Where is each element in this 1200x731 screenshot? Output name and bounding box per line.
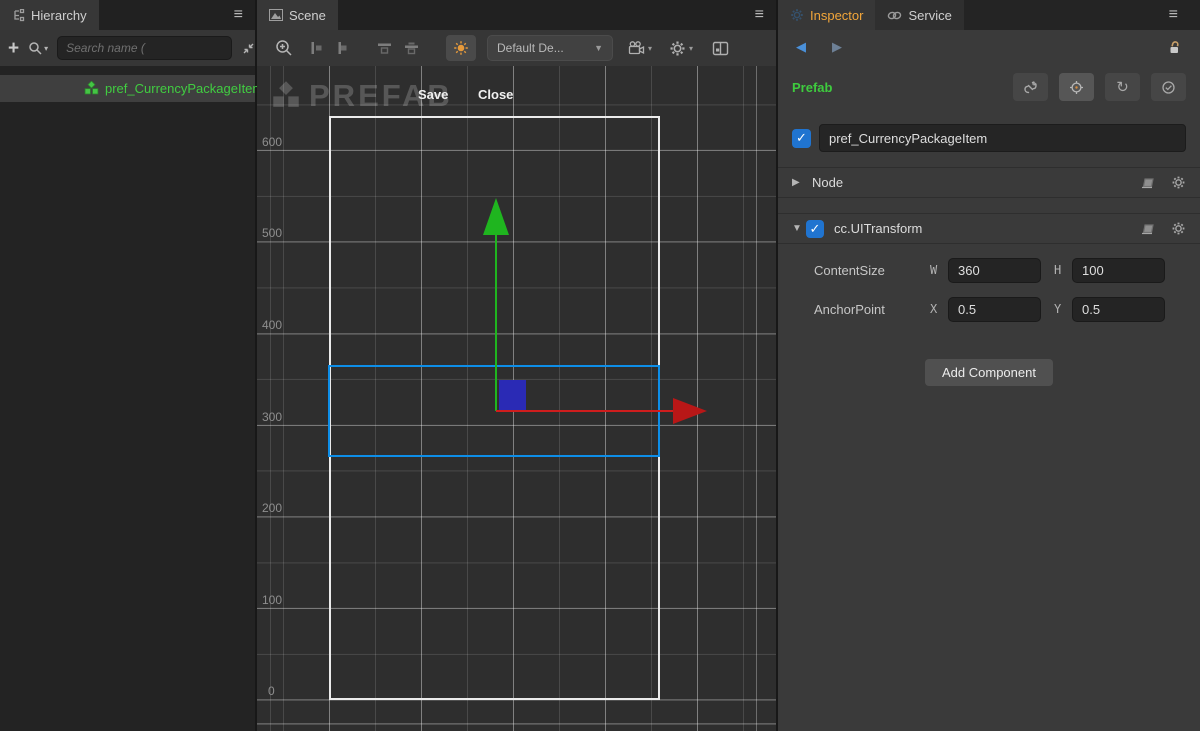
apply-prefab-button[interactable]	[1151, 73, 1186, 101]
device-resolution-value: Default De...	[497, 41, 588, 55]
align-top-icon[interactable]	[376, 40, 393, 56]
ruler-label-200: 200	[262, 501, 282, 515]
anchor-point-row: AnchorPoint X Y	[778, 296, 1200, 322]
tab-scene[interactable]: Scene	[257, 0, 338, 30]
node-active-checkbox[interactable]: ✓	[792, 129, 811, 148]
scene-viewport[interactable]: 600 500 400 300 200 100 0 PREFAB Save	[257, 66, 776, 731]
ruler-label-0: 0	[268, 684, 275, 698]
anchor-point-y-input[interactable]	[1072, 297, 1165, 322]
help-doc-icon[interactable]	[1140, 222, 1155, 235]
hierarchy-tab-label: Hierarchy	[31, 8, 87, 23]
scene-panel: Scene ≡ Default	[257, 0, 776, 731]
align-v-center-icon[interactable]	[403, 40, 420, 56]
cocos-creator-editor: Hierarchy ≡ + ▾ ↻	[0, 0, 1200, 731]
tab-inspector[interactable]: Inspector	[778, 0, 875, 30]
height-key-label: H	[1054, 263, 1072, 277]
inspector-body: ◀ ▶ Prefab	[778, 30, 1200, 731]
nav-forward-button[interactable]: ▶	[832, 39, 842, 55]
chevron-down-icon: ▼	[594, 43, 603, 53]
reset-prefab-button[interactable]: ↻	[1105, 73, 1140, 101]
camera-icon[interactable]: ▾	[628, 41, 652, 55]
width-key-label: W	[930, 263, 948, 277]
content-size-label: ContentSize	[814, 263, 930, 278]
gear-dropdown-icon[interactable]: ▾	[669, 40, 693, 57]
node-name-input[interactable]	[819, 124, 1186, 152]
inspector-panel: Inspector Service ≡ ◀ ▶	[776, 0, 1200, 731]
zoom-in-icon[interactable]	[275, 39, 293, 57]
tab-service[interactable]: Service	[875, 0, 963, 30]
hierarchy-tabbar: Hierarchy ≡	[0, 0, 255, 30]
nav-back-button[interactable]: ◀	[796, 39, 806, 55]
search-input[interactable]	[57, 36, 232, 60]
scene-tab-label: Scene	[289, 8, 326, 23]
add-node-button[interactable]: +	[8, 39, 19, 58]
ruler-label-400: 400	[262, 318, 282, 332]
scene-image-icon	[269, 9, 283, 21]
y-key-label: Y	[1054, 302, 1072, 316]
prefab-watermark-cube-icon	[271, 81, 301, 111]
hierarchy-tree-icon	[12, 9, 25, 22]
content-size-h-input[interactable]	[1072, 258, 1165, 283]
search-filter-icon[interactable]: ▾	[28, 41, 48, 56]
ruler-label-100: 100	[262, 593, 282, 607]
gizmo-light-button[interactable]	[446, 35, 476, 61]
hierarchy-item-label: pref_CurrencyPackageItem	[105, 81, 263, 96]
inspector-nav-row: ◀ ▶	[778, 30, 1200, 64]
x-key-label: X	[930, 302, 948, 316]
inspector-tabbar: Inspector Service ≡	[778, 0, 1200, 30]
anchor-point-label: AnchorPoint	[814, 302, 930, 317]
scene-tabbar: Scene ≡	[257, 0, 776, 30]
save-button[interactable]: Save	[418, 87, 448, 102]
anchor-point-x-input[interactable]	[948, 297, 1041, 322]
inspector-gear-icon	[790, 8, 804, 22]
unlock-icon[interactable]	[1167, 40, 1182, 55]
hierarchy-toolbar: + ▾ ↻	[0, 30, 255, 66]
add-component-button[interactable]: Add Component	[925, 359, 1053, 386]
node-settings-gear-icon[interactable]	[1171, 175, 1186, 190]
ruler-label-600: 600	[262, 135, 282, 149]
content-size-row: ContentSize W H	[778, 257, 1200, 283]
inspector-menu-icon[interactable]: ≡	[1169, 0, 1178, 30]
uitransform-settings-gear-icon[interactable]	[1171, 221, 1186, 236]
service-link-icon	[887, 11, 902, 20]
uitransform-section-header[interactable]: ▼ ✓ cc.UITransform	[778, 213, 1200, 244]
scene-menu-icon[interactable]: ≡	[755, 0, 764, 30]
node-name-row: ✓	[778, 124, 1200, 152]
inspector-tab-label: Inspector	[810, 8, 863, 23]
y-axis-arrowhead-icon[interactable]	[483, 198, 509, 235]
expand-arrow-icon[interactable]: ▶	[792, 177, 806, 188]
layout-grid-icon[interactable]	[712, 41, 729, 56]
hierarchy-item-prefab-root[interactable]: pref_CurrencyPackageItem	[0, 75, 255, 102]
x-axis-arrowhead-icon[interactable]	[673, 398, 707, 424]
collapse-all-icon[interactable]	[241, 41, 256, 56]
x-axis-gizmo[interactable]	[496, 410, 674, 412]
device-resolution-dropdown[interactable]: Default De... ▼	[487, 35, 613, 61]
locate-prefab-button[interactable]	[1059, 73, 1094, 101]
tab-hierarchy[interactable]: Hierarchy	[0, 0, 99, 30]
ruler-label-500: 500	[262, 226, 282, 240]
ruler-label-300: 300	[262, 410, 282, 424]
anchor-handle[interactable]	[499, 380, 526, 410]
help-doc-icon[interactable]	[1140, 176, 1155, 189]
uitransform-section-title: cc.UITransform	[834, 221, 1124, 236]
prefab-header-label: Prefab	[792, 80, 1002, 95]
align-h-center-icon[interactable]	[334, 40, 350, 56]
node-section-header[interactable]: ▶ Node	[778, 167, 1200, 198]
node-section-title: Node	[812, 175, 1124, 190]
content-size-w-input[interactable]	[948, 258, 1041, 283]
prefab-cube-icon	[84, 81, 99, 96]
hierarchy-list: pref_CurrencyPackageItem	[0, 66, 255, 731]
y-axis-gizmo[interactable]	[495, 234, 497, 411]
hierarchy-panel: Hierarchy ≡ + ▾ ↻	[0, 0, 257, 731]
collapse-arrow-icon[interactable]: ▼	[792, 223, 806, 234]
uitransform-enabled-checkbox[interactable]: ✓	[806, 220, 824, 238]
scene-toolbar: Default De... ▼ ▾ ▾	[257, 30, 776, 66]
prefab-header-row: Prefab ↻	[778, 68, 1200, 106]
unlink-prefab-button[interactable]	[1013, 73, 1048, 101]
close-button[interactable]: Close	[478, 87, 513, 102]
hierarchy-menu-icon[interactable]: ≡	[234, 0, 243, 30]
service-tab-label: Service	[908, 8, 951, 23]
align-left-icon[interactable]	[308, 40, 324, 56]
